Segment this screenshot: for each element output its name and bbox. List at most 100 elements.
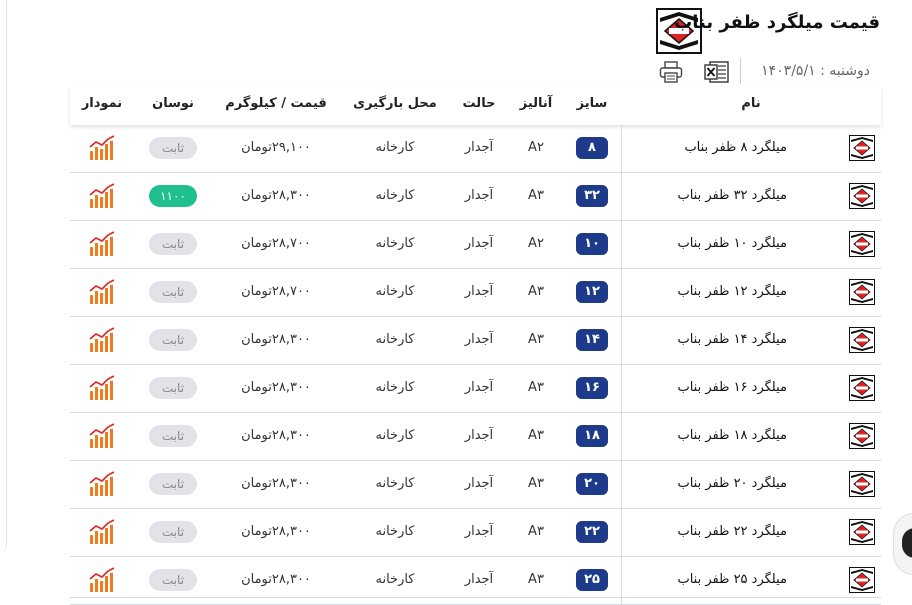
product-name[interactable]: میلگرد ۸ ظفر بناب — [684, 125, 787, 171]
size-badge: ۸ — [576, 136, 608, 159]
price-cell: ۲۸,۳۰۰تومان — [241, 188, 311, 203]
size-cell: ۸ — [564, 125, 620, 172]
price-cell: ۲۸,۳۰۰تومان — [241, 332, 311, 347]
change-cell: ثابت — [138, 461, 208, 508]
grade-cell: A۲ — [528, 236, 544, 251]
location-cell: کارخانه — [375, 524, 415, 539]
bar-chart-icon[interactable] — [88, 423, 116, 449]
printer-icon[interactable] — [659, 61, 683, 83]
bar-chart-icon[interactable] — [88, 567, 116, 593]
zafar-bonab-logo-icon — [849, 327, 875, 353]
zafar-bonab-logo-icon — [849, 519, 875, 545]
zafar-bonab-logo-icon — [849, 279, 875, 305]
name-cell: میلگرد ۲۰ ظفر بناب — [621, 461, 882, 508]
size-badge: ۱۰ — [576, 232, 608, 255]
table-bottom-border — [70, 597, 881, 598]
change-cell: ثابت — [138, 221, 208, 268]
left-panel-edge — [0, 0, 7, 552]
bar-chart-icon[interactable] — [88, 471, 116, 497]
size-badge: ۲۲ — [576, 520, 608, 543]
size-cell: ۲۰ — [564, 461, 620, 508]
size-badge: ۱۸ — [576, 424, 608, 447]
table-row[interactable]: میلگرد ۱۰ ظفر بناب ۱۰ A۲ آجدار کارخانه ۲۸,۷۰۰… — [70, 221, 881, 269]
location-cell: کارخانه — [375, 140, 415, 155]
grade-cell: A۲ — [528, 140, 544, 155]
state-cell: آجدار — [464, 284, 494, 299]
zafar-bonab-logo-icon — [849, 567, 875, 593]
table-row[interactable]: میلگرد ۱۴ ظفر بناب ۱۴ A۳ آجدار کارخانه ۲۸,۳۰۰… — [70, 317, 881, 365]
change-badge: ثابت — [149, 424, 197, 447]
bar-chart-icon[interactable] — [88, 519, 116, 545]
change-badge: ثابت — [149, 472, 197, 495]
table-row[interactable]: میلگرد ۳۲ ظفر بناب ۳۲ A۳ آجدار کارخانه ۲۸,۳۰۰… — [70, 173, 881, 221]
product-name[interactable]: میلگرد ۱۶ ظفر بناب — [677, 365, 787, 411]
name-cell: میلگرد ۱۶ ظفر بناب — [621, 365, 882, 412]
size-cell: ۱۰ — [564, 221, 620, 268]
change-cell: ثابت — [138, 365, 208, 412]
bar-chart-icon[interactable] — [88, 327, 116, 353]
table-row[interactable]: میلگرد ۸ ظفر بناب ۸ A۲ آجدار کارخانه ۲۹,۱۰۰تو… — [70, 125, 881, 173]
zafar-bonab-logo-icon — [849, 375, 875, 401]
location-cell: کارخانه — [375, 188, 415, 203]
zafar-bonab-logo-icon — [849, 423, 875, 449]
product-name[interactable]: میلگرد ۱۸ ظفر بناب — [677, 413, 787, 459]
location-cell: کارخانه — [375, 428, 415, 443]
grade-cell: A۳ — [528, 188, 544, 203]
bar-chart-icon[interactable] — [88, 375, 116, 401]
change-badge: ثابت — [149, 568, 197, 591]
table-row[interactable]: میلگرد ۱۶ ظفر بناب ۱۶ A۳ آجدار کارخانه ۲۸,۳۰۰… — [70, 365, 881, 413]
price-cell: ۲۸,۷۰۰تومان — [241, 236, 311, 251]
product-name[interactable]: میلگرد ۳۲ ظفر بناب — [677, 173, 787, 219]
size-cell: ۲۲ — [564, 509, 620, 556]
header-grade: آنالیز — [519, 96, 553, 111]
size-badge: ۱۲ — [576, 280, 608, 303]
zafar-bonab-logo-icon — [849, 231, 875, 257]
header-state: حالت — [462, 96, 496, 111]
size-cell: ۳۲ — [564, 173, 620, 220]
price-cell: ۲۸,۳۰۰تومان — [241, 428, 311, 443]
grade-cell: A۳ — [528, 380, 544, 395]
price-cell: ۲۸,۷۰۰تومان — [241, 284, 311, 299]
price-table: نام سایز آنالیز حالت محل بارگیری قیمت / … — [70, 87, 881, 605]
size-cell: ۱۶ — [564, 365, 620, 412]
change-badge: ثابت — [149, 232, 197, 255]
change-cell: ثابت — [138, 413, 208, 460]
change-cell: ثابت — [138, 509, 208, 556]
header-size: سایز — [576, 96, 608, 111]
support-avatar-icon — [902, 528, 912, 558]
table-row[interactable]: میلگرد ۱۲ ظفر بناب ۱۲ A۳ آجدار کارخانه ۲۸,۷۰۰… — [70, 269, 881, 317]
table-row[interactable]: میلگرد ۲۰ ظفر بناب ۲۰ A۳ آجدار کارخانه ۲۸,۳۰۰… — [70, 461, 881, 509]
state-cell: آجدار — [464, 236, 494, 251]
product-name[interactable]: میلگرد ۲۰ ظفر بناب — [677, 461, 787, 507]
header-name: نام — [741, 96, 761, 111]
change-badge: ثابت — [149, 376, 197, 399]
product-name[interactable]: میلگرد ۱۴ ظفر بناب — [677, 317, 787, 363]
excel-icon[interactable] — [704, 60, 730, 84]
grade-cell: A۳ — [528, 284, 544, 299]
size-badge: ۲۰ — [576, 472, 608, 495]
table-body: میلگرد ۸ ظفر بناب ۸ A۲ آجدار کارخانه ۲۹,۱۰۰تو… — [70, 125, 881, 605]
product-name[interactable]: میلگرد ۱۰ ظفر بناب — [677, 221, 787, 267]
state-cell: آجدار — [464, 140, 494, 155]
table-row[interactable]: میلگرد ۱۸ ظفر بناب ۱۸ A۳ آجدار کارخانه ۲۸,۳۰۰… — [70, 413, 881, 461]
product-name[interactable]: میلگرد ۲۲ ظفر بناب — [677, 509, 787, 555]
size-cell: ۱۸ — [564, 413, 620, 460]
product-name[interactable]: میلگرد ۱۲ ظفر بناب — [677, 269, 787, 315]
chat-support-icon[interactable] — [893, 513, 912, 575]
size-cell: ۱۴ — [564, 317, 620, 364]
change-badge: ثابت — [149, 520, 197, 543]
header-chart: نمودار — [81, 96, 123, 111]
name-cell: میلگرد ۳۲ ظفر بناب — [621, 173, 882, 220]
bar-chart-icon[interactable] — [88, 183, 116, 209]
bar-chart-icon[interactable] — [88, 231, 116, 257]
table-header: نام سایز آنالیز حالت محل بارگیری قیمت / … — [70, 87, 881, 125]
change-badge: ثابت — [149, 328, 197, 351]
change-cell: ۱۱۰۰ — [138, 173, 208, 220]
location-cell: کارخانه — [375, 380, 415, 395]
bar-chart-icon[interactable] — [88, 135, 116, 161]
table-row[interactable]: میلگرد ۲۲ ظفر بناب ۲۲ A۳ آجدار کارخانه ۲۸,۳۰۰… — [70, 509, 881, 557]
change-cell: ثابت — [138, 269, 208, 316]
bar-chart-icon[interactable] — [88, 279, 116, 305]
state-cell: آجدار — [464, 188, 494, 203]
size-badge: ۱۴ — [576, 328, 608, 351]
